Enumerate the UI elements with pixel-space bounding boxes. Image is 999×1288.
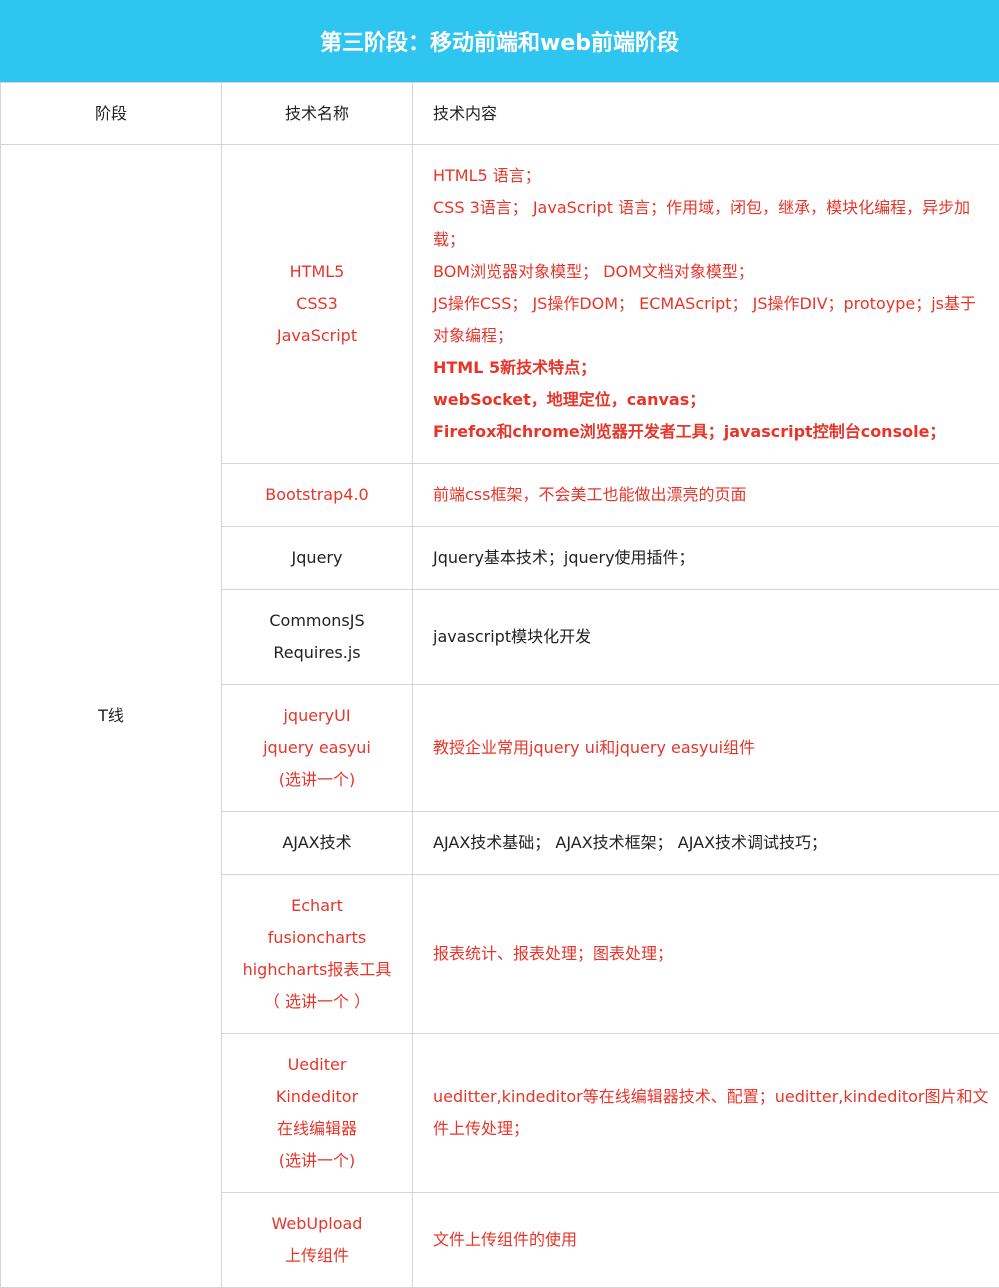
- tech-name-cell: Echart fusioncharts highcharts报表工具 （ 选讲一…: [221, 874, 413, 1034]
- tech-name-line: AJAX技术: [282, 833, 352, 852]
- tech-content-cell: Jquery基本技术；jquery使用插件；: [412, 526, 999, 590]
- tech-name-line: 上传组件: [284, 1246, 349, 1265]
- header-row: 阶段 技术名称 技术内容: [0, 82, 999, 145]
- tech-content-cell: 文件上传组件的使用: [412, 1192, 999, 1288]
- tech-name-line: Kindeditor: [275, 1087, 359, 1106]
- tech-content-cell: 报表统计、报表处理；图表处理；: [412, 874, 999, 1034]
- curriculum-table: 阶段 技术名称 技术内容 T线 HTML5 CSS3 JavaScript HT…: [0, 82, 999, 1288]
- tech-name-cell: HTML5 CSS3 JavaScript: [221, 144, 413, 464]
- content-line: CSS 3语言； JavaScript 语言；作用域，闭包，继承，模块化编程，异…: [433, 198, 971, 249]
- content-line: JS操作CSS； JS操作DOM； ECMAScript； JS操作DIV；pr…: [433, 294, 976, 345]
- tech-name-line: WebUpload: [271, 1214, 363, 1233]
- content-line: javascript模块化开发: [433, 627, 592, 646]
- tech-content-cell: 教授企业常用jquery ui和jquery easyui组件: [412, 684, 999, 812]
- tech-name-line: 在线编辑器: [276, 1119, 357, 1138]
- tech-name-line: highcharts报表工具: [242, 960, 392, 979]
- content-line: 文件上传组件的使用: [433, 1230, 578, 1249]
- tech-name-line: jquery easyui: [263, 738, 371, 757]
- content-line: Firefox和chrome浏览器开发者工具；javascript控制台cons…: [433, 422, 946, 441]
- tech-name-line: Requires.js: [273, 643, 361, 662]
- content-line: 报表统计、报表处理；图表处理；: [433, 944, 674, 963]
- tech-content-cell: AJAX技术基础； AJAX技术框架； AJAX技术调试技巧；: [412, 811, 999, 875]
- content-line: Jquery基本技术；jquery使用插件；: [433, 548, 695, 567]
- tech-name-line: HTML5: [289, 262, 345, 281]
- content-line: 教授企业常用jquery ui和jquery easyui组件: [433, 738, 756, 757]
- content-line: BOM浏览器对象模型； DOM文档对象模型；: [433, 262, 754, 281]
- tech-name-cell: Jquery: [221, 526, 413, 590]
- table-row: T线 HTML5 CSS3 JavaScript HTML5 语言； CSS 3…: [0, 144, 999, 1288]
- tech-name-cell: CommonsJS Requires.js: [221, 589, 413, 685]
- tech-name-line: CSS3: [296, 294, 338, 313]
- header-stage: 阶段: [0, 82, 222, 145]
- tech-name-line: fusioncharts: [267, 928, 367, 947]
- content-line: HTML5 语言；: [433, 166, 541, 185]
- tech-name-line: Jquery: [291, 548, 343, 567]
- tech-content-cell: javascript模块化开发: [412, 589, 999, 685]
- tech-name-line: （ 选讲一个 ）: [263, 992, 371, 1011]
- tech-name-cell: WebUpload 上传组件: [221, 1192, 413, 1288]
- tech-content-cell: HTML5 语言； CSS 3语言； JavaScript 语言；作用域，闭包，…: [412, 144, 999, 464]
- content-line: AJAX技术基础； AJAX技术框架； AJAX技术调试技巧；: [433, 833, 828, 852]
- page-title: 第三阶段：移动前端和web前端阶段: [0, 0, 999, 82]
- tech-content-cell: ueditter,kindeditor等在线编辑器技术、配置；ueditter,…: [412, 1033, 999, 1193]
- tech-content-cell: 前端css框架，不会美工也能做出漂亮的页面: [412, 463, 999, 527]
- tech-name-line: (选讲一个): [278, 1151, 356, 1170]
- tech-name-line: Uediter: [287, 1055, 347, 1074]
- content-line: HTML 5新技术特点；: [433, 358, 597, 377]
- content-line: 前端css框架，不会美工也能做出漂亮的页面: [433, 485, 747, 504]
- tech-name-line: CommonsJS: [269, 611, 365, 630]
- tech-name-cell: Uediter Kindeditor 在线编辑器 (选讲一个): [221, 1033, 413, 1193]
- tech-name-line: Echart: [291, 896, 343, 915]
- tech-name-line: (选讲一个): [278, 770, 356, 789]
- tech-name-line: JavaScript: [276, 326, 358, 345]
- tech-name-cell: Bootstrap4.0: [221, 463, 413, 527]
- tech-name-line: Bootstrap4.0: [265, 485, 369, 504]
- header-tech-name: 技术名称: [221, 82, 413, 145]
- tech-name-cell: jqueryUI jquery easyui (选讲一个): [221, 684, 413, 812]
- header-tech-content: 技术内容: [412, 82, 999, 145]
- tech-name-line: jqueryUI: [283, 706, 351, 725]
- tech-name-cell: AJAX技术: [221, 811, 413, 875]
- content-line: ueditter,kindeditor等在线编辑器技术、配置；ueditter,…: [433, 1087, 989, 1138]
- content-line: webSocket，地理定位，canvas；: [433, 390, 706, 409]
- stage-cell: T线: [0, 144, 222, 1288]
